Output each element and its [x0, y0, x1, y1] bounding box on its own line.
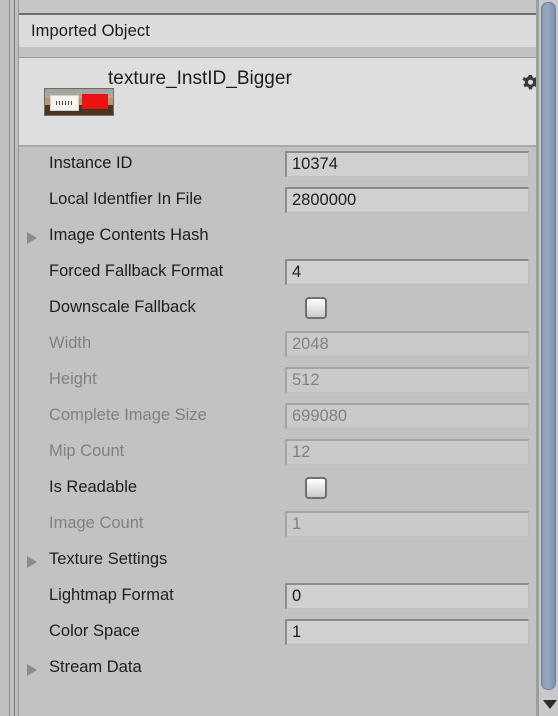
object-header-card: texture_InstID_Bigger [19, 57, 544, 146]
top-strip [19, 0, 539, 13]
property-row[interactable]: Instance ID 10374 [19, 147, 539, 183]
thumbnail-white-panel [50, 95, 79, 111]
property-value: 0 [292, 587, 302, 605]
property-label: Width [49, 334, 92, 352]
property-value: 2048 [292, 335, 329, 353]
property-label: Lightmap Format [49, 586, 174, 604]
header-underline [19, 47, 539, 57]
property-row[interactable]: Texture Settings [19, 543, 539, 579]
property-row[interactable]: Mip Count 12 [19, 435, 539, 471]
property-row[interactable]: Stream Data [19, 651, 539, 687]
property-label: Mip Count [49, 442, 125, 460]
property-row[interactable]: Height 512 [19, 363, 539, 399]
property-label: Image Count [49, 514, 144, 532]
property-value: 1 [292, 623, 302, 641]
property-label: Is Readable [49, 478, 138, 496]
property-label: Local Identfier In File [49, 190, 203, 208]
property-value-field[interactable]: 4 [285, 259, 529, 285]
property-label: Downscale Fallback [49, 298, 196, 316]
property-value-field[interactable]: 12 [285, 439, 529, 465]
property-label: Color Space [49, 622, 140, 640]
gutter-line-2 [14, 0, 15, 716]
property-value-field[interactable]: 1 [285, 619, 529, 645]
property-label: Height [49, 370, 97, 388]
property-value-field[interactable]: 10374 [285, 151, 529, 177]
property-row[interactable]: Image Contents Hash [19, 219, 539, 255]
property-value-field[interactable]: 0 [285, 583, 529, 609]
property-value: 12 [292, 443, 311, 461]
property-value: 699080 [292, 407, 348, 425]
property-value: 1 [292, 515, 302, 533]
property-row[interactable]: Complete Image Size 699080 [19, 399, 539, 435]
property-value: 4 [292, 263, 302, 281]
foldout-triangle-icon[interactable] [27, 664, 37, 676]
property-row[interactable]: Lightmap Format 0 [19, 579, 539, 615]
property-row[interactable]: Image Count 1 [19, 507, 539, 543]
thumbnail-text-marks [56, 101, 72, 105]
property-label: Stream Data [49, 658, 142, 676]
property-value-field[interactable]: 512 [285, 367, 529, 393]
foldout-triangle-icon[interactable] [27, 556, 37, 568]
property-checkbox[interactable] [305, 297, 327, 319]
property-value: 512 [292, 371, 320, 389]
property-row[interactable]: Forced Fallback Format 4 [19, 255, 539, 291]
texture-thumbnail-icon [45, 89, 113, 115]
property-label: Complete Image Size [49, 406, 207, 424]
property-row[interactable]: Is Readable [19, 471, 539, 507]
imported-object-header-label: Imported Object [31, 21, 150, 40]
foldout-triangle-icon[interactable] [27, 232, 37, 244]
property-value-field[interactable]: 2048 [285, 331, 529, 357]
property-value-field[interactable]: 1 [285, 511, 529, 537]
property-row[interactable]: Width 2048 [19, 327, 539, 363]
gutter-line-1 [9, 0, 10, 716]
property-value: 10374 [292, 155, 338, 173]
property-value-field[interactable]: 699080 [285, 403, 529, 429]
chevron-down-icon[interactable] [543, 700, 557, 709]
property-row[interactable]: Downscale Fallback [19, 291, 539, 327]
property-row[interactable]: Local Identfier In File 2800000 [19, 183, 539, 219]
property-label: Instance ID [49, 154, 133, 172]
property-checkbox[interactable] [305, 477, 327, 499]
window-left-gutter [0, 0, 19, 716]
thumbnail-red-panel [82, 94, 108, 109]
inspector-panel: Imported Object texture_InstID_Bigger In… [0, 0, 558, 716]
property-label: Forced Fallback Format [49, 262, 224, 280]
property-value: 2800000 [292, 191, 357, 209]
imported-object-header[interactable]: Imported Object [19, 15, 539, 47]
property-label: Texture Settings [49, 550, 168, 568]
property-list: Instance ID 10374 Local Identfier In File 2… [19, 147, 539, 716]
object-name-label: texture_InstID_Bigger [108, 68, 292, 89]
property-label: Image Contents Hash [49, 226, 209, 244]
vertical-scrollbar-thumb[interactable] [541, 2, 556, 690]
property-value-field[interactable]: 2800000 [285, 187, 529, 213]
property-row[interactable]: Color Space 1 [19, 615, 539, 651]
